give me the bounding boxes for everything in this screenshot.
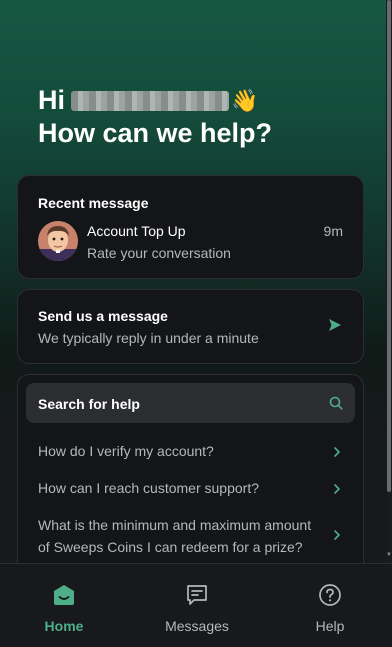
- search-help-label: Search for help: [38, 396, 140, 412]
- greeting-line: Hi 👋: [38, 84, 368, 117]
- scrollbar-thumb[interactable]: [387, 0, 391, 492]
- help-icon: [319, 584, 341, 606]
- home-scroll-area[interactable]: Hi 👋 How can we help? Recent message Acc…: [0, 0, 386, 563]
- help-search-card: Search for help How do I verify my accou…: [17, 374, 364, 563]
- send-arrow-icon: [329, 319, 341, 331]
- avatar: [38, 221, 78, 261]
- nav-home-tab[interactable]: Home: [24, 564, 104, 647]
- nav-help-label: Help: [315, 618, 345, 634]
- messages-icon: [187, 585, 207, 605]
- send-message-title: Send us a message: [38, 308, 168, 324]
- redacted-name: [71, 90, 229, 111]
- nav-messages-label: Messages: [165, 618, 229, 634]
- nav-messages-tab[interactable]: Messages: [157, 564, 237, 647]
- send-message-card[interactable]: Send us a message We typically reply in …: [17, 289, 364, 364]
- conversation-title: Account Top Up: [87, 223, 186, 239]
- conversation-time: 9m: [323, 223, 343, 239]
- help-article-redeem-amount[interactable]: What is the minimum and maximum amount o…: [38, 514, 323, 558]
- wave-icon: 👋: [231, 87, 259, 113]
- chevron-right-icon: [334, 530, 341, 540]
- search-help-button[interactable]: Search for help: [26, 383, 355, 423]
- nav-home-label: Home: [44, 618, 84, 634]
- recent-message-card[interactable]: Recent message Account Top Up Rate your …: [17, 175, 364, 279]
- conversation-subtitle: Rate your conversation: [87, 245, 231, 261]
- messenger-widget: Hi 👋 How can we help? Recent message Acc…: [0, 0, 392, 647]
- bottom-navigation: Home Messages Help: [0, 563, 392, 647]
- recent-message-title: Recent message: [38, 195, 149, 211]
- greeting-text: Hi: [38, 85, 65, 115]
- scroll-down-arrow-icon[interactable]: ▼: [386, 551, 392, 559]
- help-article-verify-account[interactable]: How do I verify my account?: [38, 440, 348, 462]
- scrollbar[interactable]: ▼: [386, 0, 392, 563]
- greeting-header: Hi 👋 How can we help?: [38, 84, 368, 150]
- greeting-subtitle: How can we help?: [38, 118, 273, 148]
- nav-help-tab[interactable]: Help: [295, 564, 365, 647]
- send-message-subtitle: We typically reply in under a minute: [38, 330, 259, 346]
- home-icon: [54, 585, 74, 605]
- chevron-right-icon: [334, 484, 341, 494]
- search-icon: [329, 396, 343, 410]
- chevron-right-icon: [334, 447, 341, 457]
- help-article-customer-support[interactable]: How can I reach customer support?: [38, 477, 348, 499]
